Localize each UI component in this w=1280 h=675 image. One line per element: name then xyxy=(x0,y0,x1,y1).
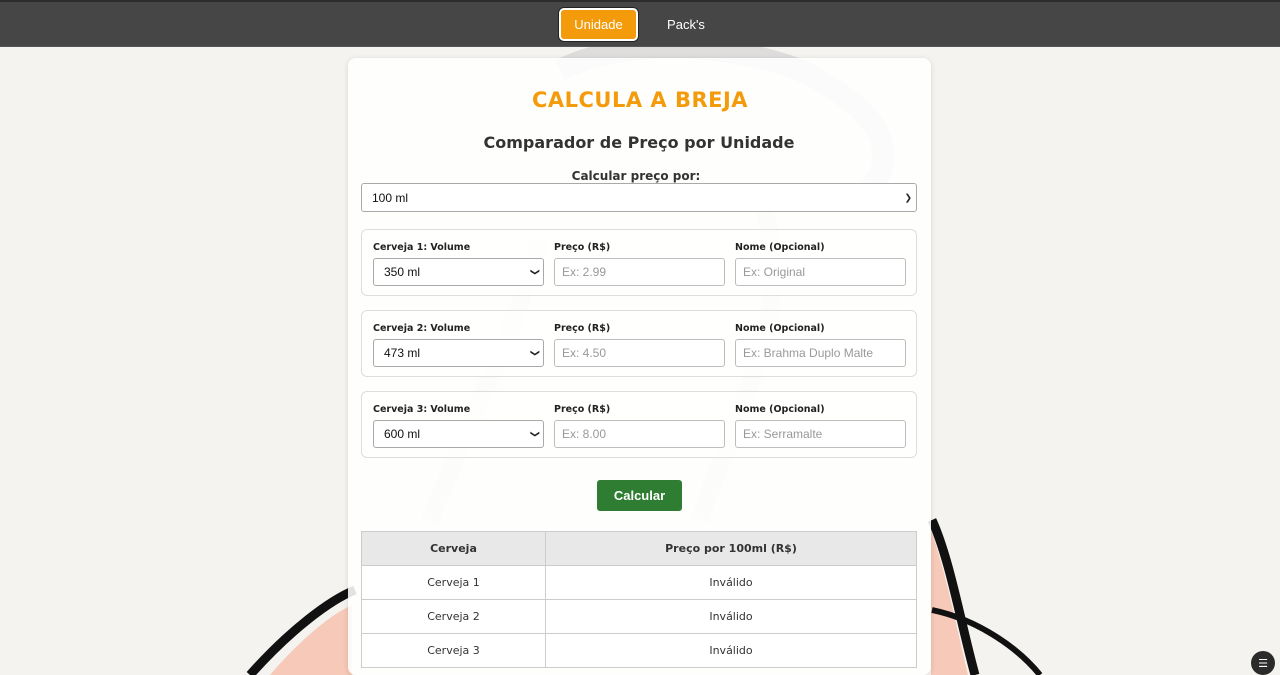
volume-value: 350 ml xyxy=(384,265,421,279)
price-result-cell: Inválido xyxy=(545,599,917,634)
price-result-cell: Inválido xyxy=(545,633,917,668)
price-placeholder: Ex: 4.50 xyxy=(562,346,607,360)
calc-per-selected-value: 100 ml xyxy=(372,190,409,205)
tab-unidade[interactable]: Unidade xyxy=(559,8,638,41)
price-input[interactable]: Ex: 2.99 xyxy=(554,258,725,286)
volume-value: 473 ml xyxy=(384,346,421,360)
page-subtitle: Comparador de Preço por Unidade xyxy=(483,133,795,152)
name-placeholder: Ex: Original xyxy=(743,265,806,279)
price-input[interactable]: Ex: 8.00 xyxy=(554,420,725,448)
beer-entry-2: Cerveja 2: Volume 473 ml ❯ Preço (R$) Ex… xyxy=(361,310,917,377)
beer-name-cell: Cerveja 2 xyxy=(361,599,546,634)
beer-name-cell: Cerveja 3 xyxy=(361,633,546,668)
table-row: Cerveja 3 Inválido xyxy=(361,633,917,668)
volume-select[interactable]: 350 ml ❯ xyxy=(373,258,544,286)
chevron-down-icon: ❯ xyxy=(904,192,912,202)
name-input[interactable]: Ex: Original xyxy=(735,258,906,286)
table-row: Cerveja 1 Inválido xyxy=(361,565,917,600)
volume-label: Cerveja 1: Volume xyxy=(373,242,471,253)
volume-select[interactable]: 473 ml ❯ xyxy=(373,339,544,367)
name-label: Nome (Opcional) xyxy=(735,323,825,334)
calculate-button[interactable]: Calcular xyxy=(597,480,682,511)
beer-name-cell: Cerveja 1 xyxy=(361,565,546,600)
calc-per-select[interactable]: 100 ml ❯ xyxy=(361,183,917,212)
chevron-down-icon: ❯ xyxy=(530,349,541,357)
tab-packs[interactable]: Pack's xyxy=(657,8,715,41)
price-placeholder: Ex: 2.99 xyxy=(562,265,607,279)
chevron-down-icon: ❯ xyxy=(530,268,541,276)
beer-entry-1: Cerveja 1: Volume 350 ml ❯ Preço (R$) Ex… xyxy=(361,229,917,296)
volume-label: Cerveja 3: Volume xyxy=(373,404,471,415)
price-label: Preço (R$) xyxy=(554,404,611,415)
price-label: Preço (R$) xyxy=(554,323,611,334)
top-navigation-bar: Unidade Pack's xyxy=(0,0,1280,47)
price-input[interactable]: Ex: 4.50 xyxy=(554,339,725,367)
name-input[interactable]: Ex: Brahma Duplo Malte xyxy=(735,339,906,367)
column-header-beer: Cerveja xyxy=(361,531,546,566)
name-placeholder: Ex: Brahma Duplo Malte xyxy=(743,346,874,360)
name-placeholder: Ex: Serramalte xyxy=(743,427,823,441)
results-header-row: Cerveja Preço por 100ml (R$) xyxy=(361,531,917,566)
name-label: Nome (Opcional) xyxy=(735,404,825,415)
chevron-down-icon: ❯ xyxy=(530,430,541,438)
volume-value: 600 ml xyxy=(384,427,421,441)
name-input[interactable]: Ex: Serramalte xyxy=(735,420,906,448)
settings-icon[interactable]: ☰ xyxy=(1251,651,1275,675)
calc-per-label: Calcular preço por: xyxy=(571,169,701,183)
price-label: Preço (R$) xyxy=(554,242,611,253)
table-row: Cerveja 2 Inválido xyxy=(361,599,917,634)
volume-select[interactable]: 600 ml ❯ xyxy=(373,420,544,448)
volume-label: Cerveja 2: Volume xyxy=(373,323,471,334)
column-header-price: Preço por 100ml (R$) xyxy=(545,531,917,566)
results-table: Cerveja Preço por 100ml (R$) Cerveja 1 I… xyxy=(361,531,917,668)
price-result-cell: Inválido xyxy=(545,565,917,600)
app-title: CALCULA A BREJA xyxy=(531,88,749,112)
price-placeholder: Ex: 8.00 xyxy=(562,427,607,441)
name-label: Nome (Opcional) xyxy=(735,242,825,253)
beer-entry-3: Cerveja 3: Volume 600 ml ❯ Preço (R$) Ex… xyxy=(361,391,917,458)
